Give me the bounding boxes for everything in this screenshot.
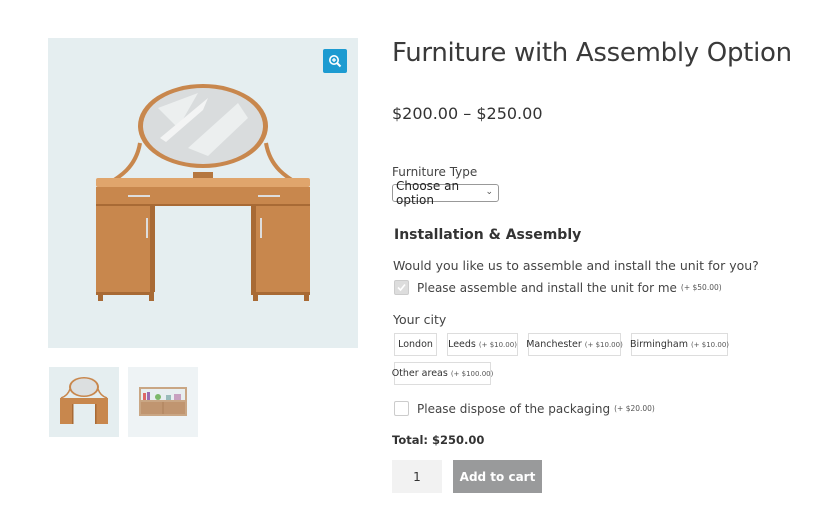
- zoom-button[interactable]: [323, 49, 347, 73]
- dispose-option-label: Please dispose of the packaging: [417, 401, 611, 416]
- order-total: Total: $250.00: [392, 433, 485, 447]
- assemble-option-label: Please assemble and install the unit for…: [417, 280, 677, 295]
- assemble-option-price: (+ $50.00): [680, 283, 722, 292]
- dispose-checkbox[interactable]: [394, 401, 409, 416]
- checkmark-icon: [397, 283, 406, 292]
- city-option-manchester[interactable]: Manchester (+ $10.00): [526, 333, 623, 356]
- city-name: Birmingham: [630, 339, 688, 350]
- city-label: Your city: [393, 312, 447, 327]
- add-to-cart-button[interactable]: Add to cart: [453, 460, 542, 493]
- product-title: Furniture with Assembly Option: [392, 38, 792, 68]
- assemble-option[interactable]: Please assemble and install the unit for…: [394, 280, 722, 295]
- city-name: Other areas: [391, 368, 448, 379]
- dispose-option-price: (+ $20.00): [614, 404, 655, 413]
- city-price: (+ $10.00): [690, 340, 729, 349]
- city-option-other-areas[interactable]: Other areas (+ $100.00): [391, 362, 494, 385]
- city-option-london[interactable]: London: [394, 333, 437, 356]
- city-option-leeds[interactable]: Leeds (+ $10.00): [447, 333, 518, 356]
- chevron-down-icon: ⌄: [485, 187, 493, 197]
- dressing-table-illustration: [96, 84, 310, 301]
- thumbnail-dressing-table[interactable]: [49, 367, 119, 437]
- dispose-option[interactable]: Please dispose of the packaging (+ $20.0…: [394, 401, 655, 416]
- city-price: (+ $100.00): [450, 369, 494, 378]
- city-name: Manchester: [526, 339, 582, 350]
- city-price: (+ $10.00): [478, 340, 517, 349]
- quantity-input[interactable]: [392, 460, 442, 493]
- thumbnail-sideboard[interactable]: [128, 367, 198, 437]
- assembly-question: Would you like us to assemble and instal…: [393, 258, 759, 273]
- furniture-type-label: Furniture Type: [392, 165, 478, 179]
- sideboard-thumbnail-image: [139, 387, 187, 416]
- addons-heading: Installation & Assembly: [394, 227, 582, 243]
- dressing-table-thumbnail-image: [60, 377, 108, 424]
- city-price: (+ $10.00): [584, 340, 623, 349]
- city-name: London: [398, 339, 433, 350]
- city-option-birmingham[interactable]: Birmingham (+ $10.00): [630, 333, 729, 356]
- select-value: Choose an option: [396, 179, 460, 207]
- zoom-in-icon: [329, 55, 342, 68]
- city-name: Leeds: [448, 339, 476, 350]
- assemble-checkbox[interactable]: [394, 280, 409, 295]
- furniture-type-select[interactable]: Choose an option ⌄: [392, 179, 499, 207]
- product-main-image[interactable]: [48, 38, 358, 348]
- product-price-range: $200.00 – $250.00: [392, 104, 543, 123]
